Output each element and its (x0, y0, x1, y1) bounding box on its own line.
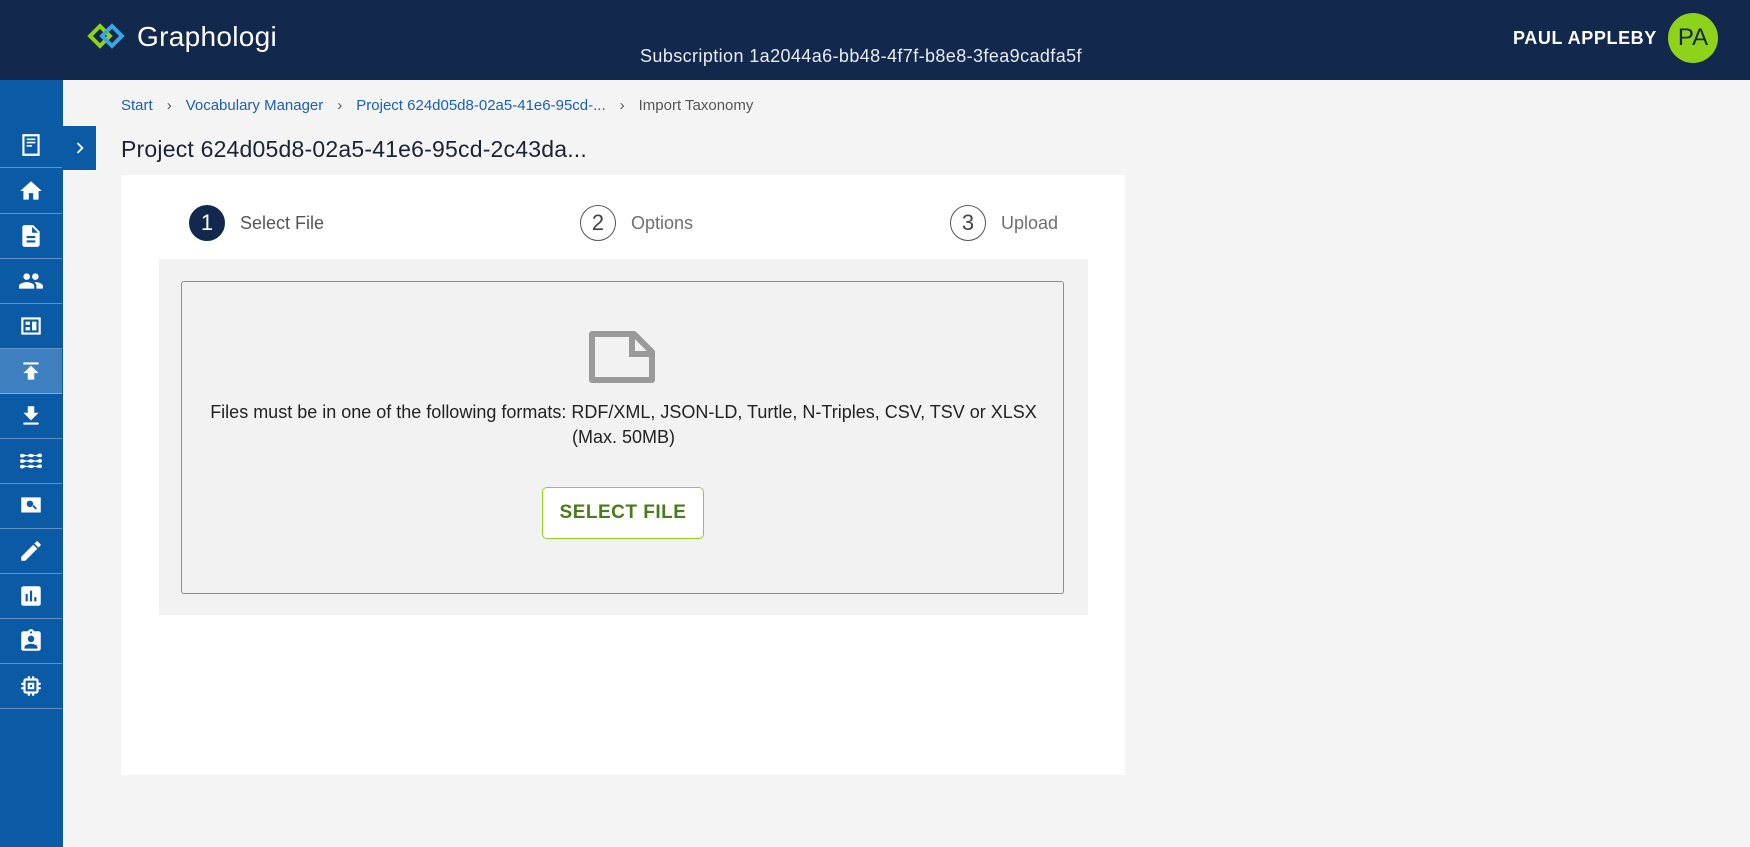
step-select-file[interactable]: 1 Select File (189, 205, 324, 241)
document-icon[interactable] (0, 214, 62, 259)
file-icon (589, 331, 655, 383)
step-label: Options (631, 212, 694, 233)
formats-text: Files must be in one of the following fo… (210, 402, 1037, 422)
search-icon[interactable] (0, 484, 62, 529)
breadcrumb-start[interactable]: Start (121, 97, 153, 114)
chevron-right-icon: › (619, 97, 625, 114)
assignment-icon[interactable] (0, 619, 62, 664)
chevron-right-icon: › (337, 97, 343, 114)
step-number: 3 (950, 205, 986, 241)
file-format-hint: Files must be in one of the following fo… (182, 400, 1065, 450)
chip-icon[interactable] (0, 664, 62, 709)
step-options[interactable]: 2 Options (580, 205, 693, 241)
step-label: Select File (240, 212, 325, 233)
logo[interactable]: Graphologi (87, 20, 277, 54)
breadcrumb-import-taxonomy: Import Taxonomy (638, 97, 754, 114)
select-file-button[interactable]: SELECT FILE (542, 487, 704, 539)
subscription-label: Subscription 1a2044a6-bb48-4f7f-b8e8-3fe… (640, 46, 1082, 66)
step-upload[interactable]: 3 Upload (950, 205, 1058, 241)
logo-text: Graphologi (137, 21, 277, 52)
sidebar-expand-button[interactable] (63, 126, 96, 170)
page-title: Project 624d05d8-02a5-41e6-95cd-2c43da..… (121, 136, 587, 162)
breadcrumb: Start › Vocabulary Manager › Project 624… (121, 97, 753, 114)
user-name[interactable]: PAUL APPLEBY (1513, 28, 1657, 49)
breadcrumb-project[interactable]: Project 624d05d8-02a5-41e6-95cd-... (356, 97, 605, 114)
download-icon[interactable] (0, 394, 62, 439)
people-icon[interactable] (0, 259, 62, 304)
file-dropzone[interactable]: Files must be in one of the following fo… (181, 281, 1064, 594)
sidebar (0, 80, 63, 847)
home-icon[interactable] (0, 169, 62, 214)
breadcrumb-vocabulary-manager[interactable]: Vocabulary Manager (186, 97, 324, 114)
top-bar: Graphologi Subscription 1a2044a6-bb48-4f… (0, 0, 1750, 80)
upload-area: Files must be in one of the following fo… (159, 259, 1088, 615)
dashboard-icon[interactable] (0, 304, 62, 349)
step-number: 2 (580, 205, 616, 241)
chevron-right-icon: › (166, 97, 172, 114)
graphologi-logo-icon (87, 23, 125, 49)
step-number: 1 (189, 205, 225, 241)
max-size-text: (Max. 50MB) (571, 427, 676, 447)
chart-icon[interactable] (0, 574, 62, 619)
notebook-icon[interactable] (0, 123, 62, 168)
import-card: 1 Select File 2 Options 3 Upload Files m… (121, 175, 1125, 775)
edit-icon[interactable] (0, 529, 62, 574)
waves-icon[interactable] (0, 439, 62, 484)
upload-icon[interactable] (0, 349, 62, 394)
chevron-right-icon (76, 142, 84, 154)
step-label: Upload (1001, 212, 1059, 233)
avatar[interactable]: PA (1668, 13, 1718, 63)
